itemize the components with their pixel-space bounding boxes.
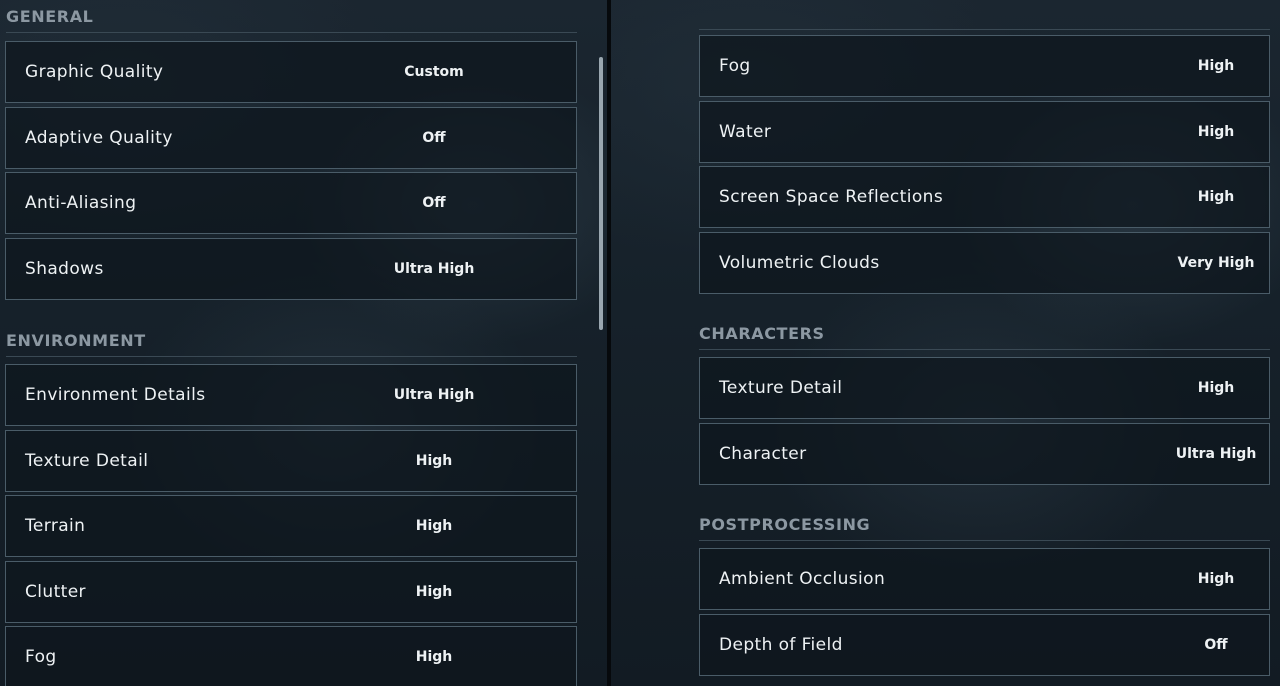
setting-label: Shadows	[25, 259, 104, 279]
setting-label: Volumetric Clouds	[719, 253, 880, 273]
setting-label: Water	[719, 122, 772, 142]
setting-value: High	[1197, 380, 1235, 396]
setting-row-texture-detail[interactable]: Texture Detail High	[5, 430, 577, 492]
setting-value: High	[1197, 58, 1235, 74]
scrollbar-thumb[interactable]	[599, 57, 603, 330]
setting-value: Ultra High	[1175, 446, 1257, 462]
setting-row-anti-aliasing[interactable]: Anti-Aliasing Off	[5, 172, 577, 234]
setting-value: High	[415, 518, 453, 534]
setting-value: High	[1197, 571, 1235, 587]
setting-value: Custom	[404, 64, 464, 80]
setting-row-fog[interactable]: Fog High	[5, 626, 577, 686]
setting-label: Screen Space Reflections	[719, 187, 944, 207]
setting-label: Anti-Aliasing	[25, 193, 137, 213]
setting-row-terrain[interactable]: Terrain High	[5, 495, 577, 557]
setting-value: High	[1197, 189, 1235, 205]
setting-label: Terrain	[25, 516, 86, 536]
section-header-general: GENERAL	[6, 0, 577, 33]
setting-label: Fog	[25, 647, 57, 667]
setting-row-clutter[interactable]: Clutter High	[5, 561, 577, 623]
setting-label: Environment Details	[25, 385, 206, 405]
setting-value: Ultra High	[393, 261, 475, 277]
setting-row-graphic-quality[interactable]: Graphic Quality Custom	[5, 41, 577, 103]
setting-label: Texture Detail	[25, 451, 149, 471]
setting-row-screen-space-reflections[interactable]: Screen Space Reflections High	[699, 166, 1270, 228]
setting-value: Off	[422, 130, 446, 146]
section-header-postprocessing: POSTPROCESSING	[699, 508, 1270, 541]
setting-value: Off	[1204, 637, 1228, 653]
setting-label: Depth of Field	[719, 635, 843, 655]
setting-value: Off	[422, 195, 446, 211]
setting-row-shadows[interactable]: Shadows Ultra High	[5, 238, 577, 300]
setting-row-adaptive-quality[interactable]: Adaptive Quality Off	[5, 107, 577, 169]
setting-label: Clutter	[25, 582, 86, 602]
section-header-environment: ENVIRONMENT	[6, 324, 577, 357]
setting-row-volumetric-clouds[interactable]: Volumetric Clouds Very High	[699, 232, 1270, 294]
setting-row-texture-detail[interactable]: Texture Detail High	[699, 357, 1270, 419]
setting-label: Texture Detail	[719, 378, 843, 398]
setting-row-water[interactable]: Water High	[699, 101, 1270, 163]
setting-row-character[interactable]: Character Ultra High	[699, 423, 1270, 485]
settings-panel-right: Fog High Water High Screen Space Reflect…	[611, 0, 1280, 686]
setting-value: Very High	[1177, 255, 1255, 271]
settings-panel-left: GENERAL Graphic Quality Custom Adaptive …	[0, 0, 607, 686]
setting-row-depth-of-field[interactable]: Depth of Field Off	[699, 614, 1270, 676]
setting-row-ambient-occlusion[interactable]: Ambient Occlusion High	[699, 548, 1270, 610]
setting-label: Fog	[719, 56, 751, 76]
setting-label: Adaptive Quality	[25, 128, 173, 148]
section-header-top-cutoff	[699, 0, 1270, 30]
setting-value: High	[415, 453, 453, 469]
setting-label: Graphic Quality	[25, 62, 164, 82]
setting-value: High	[415, 584, 453, 600]
setting-label: Character	[719, 444, 807, 464]
setting-value: High	[1197, 124, 1235, 140]
setting-value: High	[415, 649, 453, 665]
setting-row-environment-details[interactable]: Environment Details Ultra High	[5, 364, 577, 426]
setting-row-fog[interactable]: Fog High	[699, 35, 1270, 97]
setting-value: Ultra High	[393, 387, 475, 403]
setting-label: Ambient Occlusion	[719, 569, 886, 589]
section-header-characters: CHARACTERS	[699, 317, 1270, 350]
